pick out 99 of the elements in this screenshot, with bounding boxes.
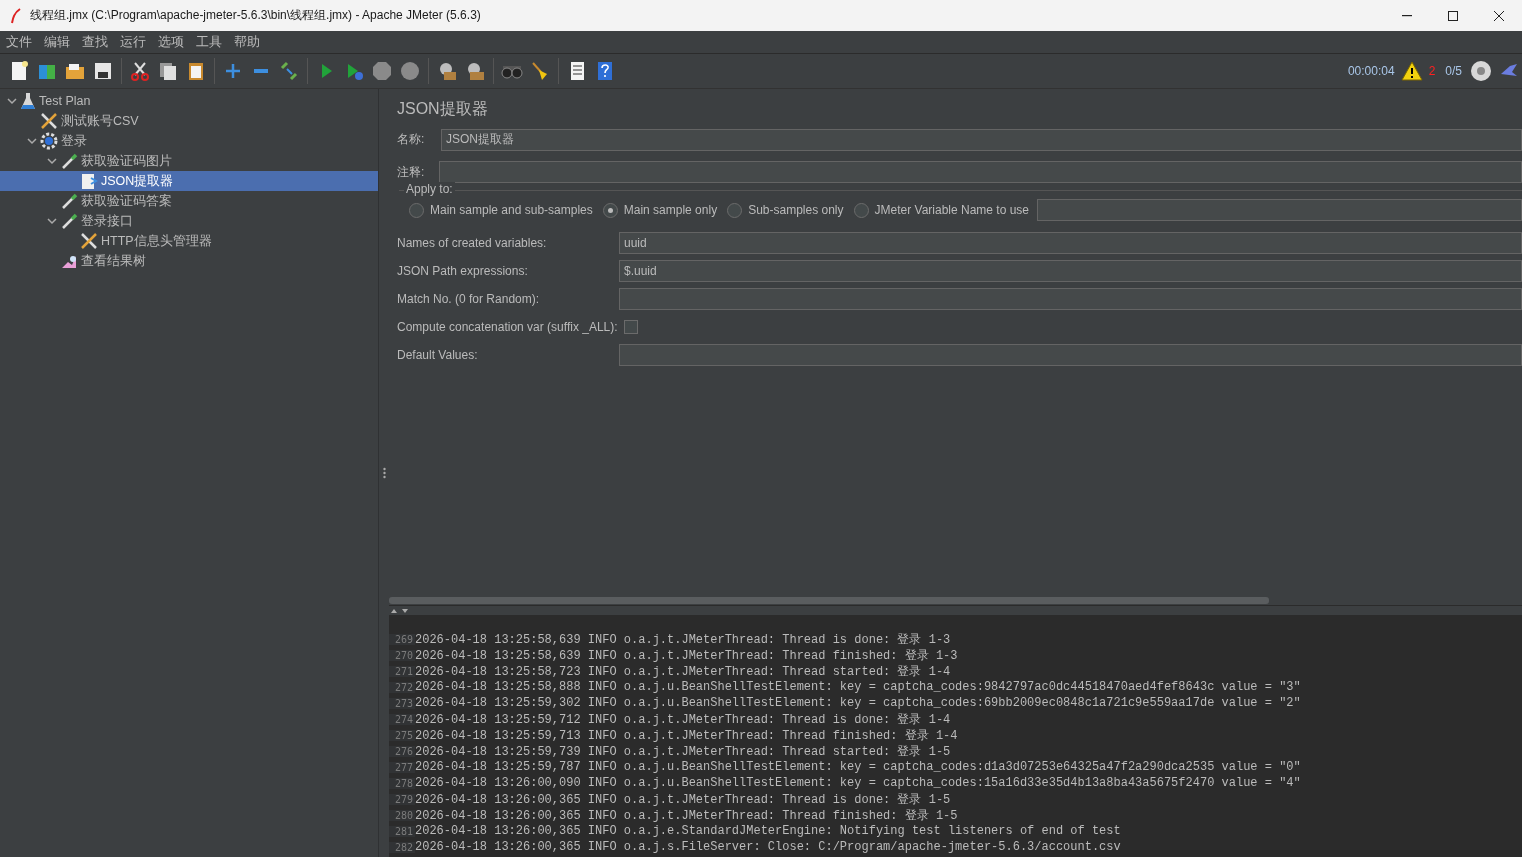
gear-icon: [40, 132, 58, 150]
field-label: Compute concatenation var (suffix _ALL):: [397, 320, 618, 334]
text-field[interactable]: $.uuid: [619, 260, 1522, 282]
variable-name-field[interactable]: [1037, 199, 1522, 221]
minus-icon: [254, 69, 268, 73]
panel-title: JSON提取器: [397, 98, 489, 119]
log-line: 2026-04-18 13:25:59,787 INFO o.a.j.u.BeanShellTestElement: key = captcha_codes:d1a3d07253e64325a47f2a290dca2535 value = "0": [415, 760, 1301, 774]
field-label: JSON Path expressions:: [397, 264, 529, 278]
radio-button[interactable]: [409, 202, 424, 218]
elapsed-time: 00:00:04: [1347, 64, 1395, 78]
close-icon: [1494, 10, 1504, 21]
log-line: 2026-04-18 13:25:59,713 INFO o.a.j.t.JMeterThread: Thread finished: 登录 1-4: [415, 727, 958, 744]
line-number: 273: [389, 697, 415, 709]
pipette-icon: [60, 192, 78, 210]
document-arrow-icon: [80, 172, 98, 190]
maximize-icon: [1448, 10, 1458, 21]
tree-item[interactable]: 测试账号CSV: [0, 111, 378, 131]
menu-item[interactable]: 编辑: [40, 33, 78, 51]
line-number: 277: [389, 761, 415, 773]
text-field[interactable]: [619, 344, 1522, 366]
menu-item[interactable]: 查找: [78, 33, 116, 51]
comment-field[interactable]: [439, 161, 1522, 183]
log-line: 2026-04-18 13:25:58,639 INFO o.a.j.t.JMeterThread: Thread finished: 登录 1-3: [415, 647, 958, 664]
radio-button[interactable]: [853, 202, 869, 218]
log-line: 2026-04-18 13:25:58,639 INFO o.a.j.t.JMeterThread: Thread is done: 登录 1-3: [415, 631, 951, 648]
log-line: 2026-04-18 13:25:58,888 INFO o.a.j.u.BeanShellTestElement: key = captcha_codes:9842797ac0dc44518470aed4fef8643c value = "3": [415, 680, 1301, 694]
radio-label: Sub-samples only: [748, 203, 844, 217]
field-label: 注释:: [397, 163, 426, 181]
log-line: 2026-04-18 13:26:00,365 INFO o.a.j.t.JMeterThread: Thread finished: 登录 1-5: [415, 807, 958, 824]
radio-button[interactable]: [727, 202, 743, 218]
tree-item[interactable]: 查看结果树: [0, 251, 378, 271]
splitter-grip-icon: [382, 467, 386, 479]
flask-icon: [20, 92, 36, 110]
radio-label: Main sample and sub-samples: [430, 203, 593, 217]
log-line: 2026-04-18 13:25:59,302 INFO o.a.j.u.BeanShellTestElement: key = captcha_codes:69bb2009ec0848c1a721c9e559aa17de value = "2": [415, 696, 1301, 710]
thread-count: 0/5: [1445, 64, 1462, 78]
tree-item[interactable]: 登录接口: [0, 211, 378, 231]
tree-item[interactable]: HTTP信息头管理器: [0, 231, 378, 251]
field-label: 名称:: [397, 131, 426, 148]
tree-item[interactable]: 获取验证码图片: [0, 151, 378, 171]
tree-item[interactable]: 获取验证码答案: [0, 191, 378, 211]
menu-item[interactable]: 文件: [2, 33, 40, 51]
toggle-icon: [278, 60, 300, 82]
checkbox[interactable]: [623, 320, 638, 334]
line-number: 272: [389, 681, 415, 693]
tools-icon: [80, 232, 98, 250]
menu-item[interactable]: 工具: [192, 33, 230, 51]
tree-item[interactable]: 登录: [0, 131, 378, 151]
line-number: 275: [389, 729, 415, 741]
tools-icon: [40, 112, 58, 130]
line-number: 279: [389, 793, 415, 805]
window-title: 线程组.jmx (C:\Program\apache-jmeter-5.6.3\bin\线程组.jmx) - Apache JMeter (5.6.3): [30, 7, 482, 24]
copy-icon: [157, 60, 179, 82]
line-number: 276: [389, 745, 415, 757]
caret-icon: [47, 216, 57, 226]
group-title: Apply to:: [404, 182, 455, 196]
radio-label: Main sample only: [623, 203, 718, 217]
caret-icon: [7, 96, 17, 106]
feather-icon: [10, 7, 22, 24]
tree-item[interactable]: Test Plan: [0, 91, 378, 111]
tree-item[interactable]: JSON提取器: [0, 171, 378, 191]
radio-label: JMeter Variable Name to use: [874, 203, 1030, 217]
pipette-icon: [60, 212, 78, 230]
text-field[interactable]: uuid: [619, 232, 1522, 254]
shutdown-icon: [399, 60, 421, 82]
log-line: 2026-04-18 13:26:00,365 INFO o.a.j.s.FileServer: Close: C:/Program/apache-jmeter-5.6.3/account.csv: [415, 840, 1121, 854]
pipette-icon: [60, 152, 78, 170]
radio-button[interactable]: [602, 202, 618, 218]
log-line: 2026-04-18 13:26:00,090 INFO o.a.j.u.BeanShellTestElement: key = captcha_codes:15a16d33e35d4b13a8ba43a5675f2470 value = "4": [415, 776, 1301, 790]
log-line: 2026-04-18 13:26:00,365 INFO o.a.j.e.StandardJMeterEngine: Notifying test listeners of end of test: [415, 824, 1121, 838]
menu-item[interactable]: 选项: [154, 33, 192, 51]
line-number: 278: [389, 777, 415, 789]
log-line: 2026-04-18 13:25:58,723 INFO o.a.j.t.JMeterThread: Thread started: 登录 1-4: [415, 663, 951, 680]
name-field[interactable]: JSON提取器: [441, 128, 1522, 151]
save-icon: [92, 60, 114, 82]
line-number: 280: [389, 809, 415, 821]
line-number: 270: [389, 649, 415, 661]
scrollbar-thumb[interactable]: [389, 596, 1269, 604]
log-line: 2026-04-18 13:26:00,365 INFO o.a.j.t.JMeterThread: Thread is done: 登录 1-5: [415, 791, 951, 808]
minimize-icon: [1402, 14, 1412, 17]
field-label: Match No. (0 for Random):: [397, 292, 541, 306]
cut-icon: [129, 60, 151, 82]
line-number: 282: [389, 841, 415, 853]
text-field[interactable]: [619, 288, 1522, 310]
field-label: Default Values:: [397, 348, 479, 362]
menu-item[interactable]: 运行: [116, 33, 154, 51]
log-line: 2026-04-18 13:25:59,739 INFO o.a.j.t.JMeterThread: Thread started: 登录 1-5: [415, 743, 951, 760]
line-number: 271: [389, 665, 415, 677]
menu-item[interactable]: 帮助: [230, 33, 268, 51]
stop-icon: [371, 60, 393, 82]
field-label: Names of created variables:: [397, 236, 548, 250]
line-number: 269: [389, 633, 415, 645]
line-number: 281: [389, 825, 415, 837]
line-number: 274: [389, 713, 415, 725]
log-line: 2026-04-18 13:25:59,712 INFO o.a.j.t.JMeterThread: Thread is done: 登录 1-4: [415, 711, 951, 728]
warning-icon: [1400, 60, 1423, 82]
target-icon: [1470, 60, 1492, 82]
error-count: 2: [1428, 64, 1436, 78]
collapse-arrows-icon: [389, 607, 411, 614]
